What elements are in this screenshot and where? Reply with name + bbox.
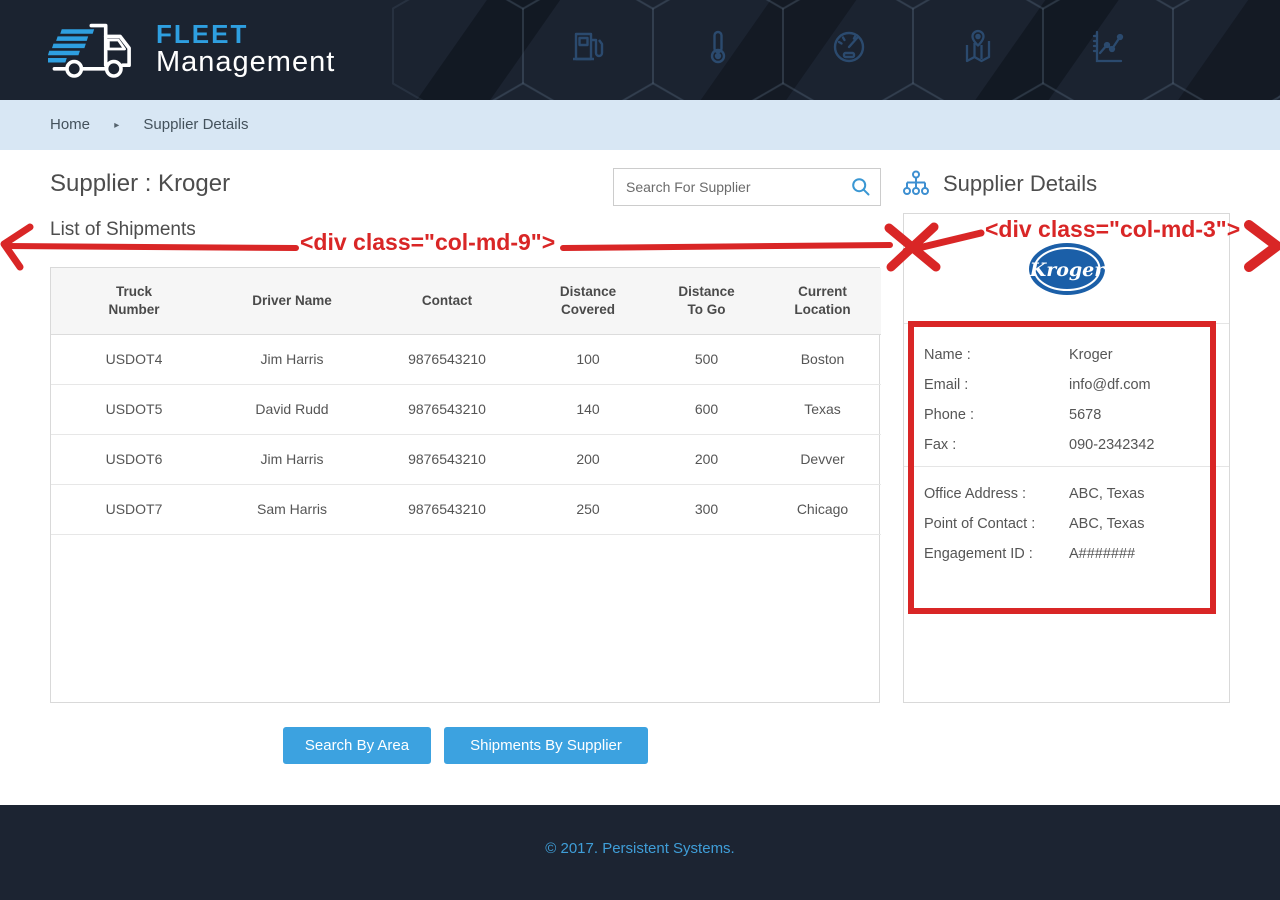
field-label: Engagement ID : (924, 546, 1069, 562)
breadcrumb: Home ▸ Supplier Details (0, 100, 1280, 150)
table-row[interactable]: USDOT5David Rudd9876543210140600Texas (51, 384, 881, 434)
field-row: Email :info@df.com (924, 370, 1229, 400)
table-row[interactable]: USDOT4Jim Harris9876543210100500Boston (51, 334, 881, 384)
supplier-search-box (613, 168, 881, 206)
main-content: Supplier : Kroger Supplier Details List … (0, 150, 1280, 805)
app-logo: FLEET Management (48, 13, 335, 85)
field-row: Engagement ID :A####### (924, 539, 1229, 569)
field-row: Fax :090-2342342 (924, 430, 1229, 460)
field-row: Point of Contact :ABC, Texas (924, 509, 1229, 539)
field-value: info@df.com (1069, 377, 1151, 393)
field-label: Point of Contact : (924, 516, 1069, 532)
table-cell: Sam Harris (217, 484, 367, 534)
copyright-text: © 2017. Persistent Systems. (0, 805, 1280, 857)
field-row: Office Address :ABC, Texas (924, 479, 1229, 509)
map-icon[interactable] (958, 27, 998, 67)
field-label: Office Address : (924, 486, 1069, 502)
field-label: Phone : (924, 407, 1069, 423)
table-cell: USDOT5 (51, 384, 217, 434)
field-value: ABC, Texas (1069, 486, 1145, 502)
search-input[interactable] (614, 169, 852, 205)
table-cell: Jim Harris (217, 434, 367, 484)
supplier-fields-group2: Office Address :ABC, TexasPoint of Conta… (904, 467, 1229, 569)
shipments-table-card: Truck NumberDriver NameContactDistance C… (50, 267, 880, 703)
field-label: Name : (924, 347, 1069, 363)
table-cell: Boston (764, 334, 881, 384)
table-cell: Texas (764, 384, 881, 434)
table-cell: 500 (649, 334, 764, 384)
logo-subtitle: Management (156, 47, 335, 77)
table-cell: David Rudd (217, 384, 367, 434)
field-label: Email : (924, 377, 1069, 393)
table-cell: USDOT4 (51, 334, 217, 384)
fuel-icon[interactable] (568, 27, 608, 67)
page-title: Supplier : Kroger (50, 170, 230, 198)
breadcrumb-home[interactable]: Home (50, 116, 90, 133)
field-label: Fax : (924, 437, 1069, 453)
table-cell: Devver (764, 434, 881, 484)
speedometer-icon[interactable] (829, 27, 869, 67)
table-cell: 600 (649, 384, 764, 434)
table-cell: USDOT7 (51, 484, 217, 534)
field-value: Kroger (1069, 347, 1113, 363)
table-row[interactable]: USDOT6Jim Harris9876543210200200Devver (51, 434, 881, 484)
kroger-logo-text: Kroger (1028, 259, 1106, 281)
supplier-fields-group1: Name :KrogerEmail :info@df.comPhone :567… (904, 324, 1229, 460)
sitemap-icon (903, 170, 929, 198)
shipments-table: Truck NumberDriver NameContactDistance C… (51, 268, 881, 535)
table-header-row: Truck NumberDriver NameContactDistance C… (51, 268, 881, 334)
column-header: Contact (367, 268, 527, 334)
table-cell: 9876543210 (367, 334, 527, 384)
search-icon[interactable] (851, 177, 871, 197)
column-header: Distance To Go (649, 268, 764, 334)
thermometer-icon[interactable] (698, 27, 738, 67)
search-by-area-button[interactable]: Search By Area (283, 727, 431, 764)
column-header: Current Location (764, 268, 881, 334)
breadcrumb-current: Supplier Details (143, 116, 248, 133)
table-cell: 200 (527, 434, 649, 484)
table-cell: Jim Harris (217, 334, 367, 384)
table-cell: 9876543210 (367, 484, 527, 534)
supplier-details-card: Kroger Name :KrogerEmail :info@df.comPho… (903, 213, 1230, 703)
chart-icon[interactable] (1088, 27, 1128, 67)
table-cell: 100 (527, 334, 649, 384)
field-value: 090-2342342 (1069, 437, 1154, 453)
list-of-shipments-title: List of Shipments (50, 219, 196, 241)
column-header: Distance Covered (527, 268, 649, 334)
table-cell: 200 (649, 434, 764, 484)
table-cell: 300 (649, 484, 764, 534)
column-header: Truck Number (51, 268, 217, 334)
logo-title: FLEET (156, 21, 335, 47)
supplier-details-heading: Supplier Details (903, 170, 1097, 198)
truck-logo-icon (48, 13, 140, 85)
supplier-details-title: Supplier Details (943, 171, 1097, 197)
field-value: 5678 (1069, 407, 1101, 423)
field-row: Name :Kroger (924, 340, 1229, 370)
table-body: USDOT4Jim Harris9876543210100500BostonUS… (51, 334, 881, 534)
app-footer: © 2017. Persistent Systems. (0, 805, 1280, 900)
column-header: Driver Name (217, 268, 367, 334)
app-header: FLEET Management (0, 0, 1280, 100)
field-row: Phone :5678 (924, 400, 1229, 430)
field-value: ABC, Texas (1069, 516, 1145, 532)
table-cell: 9876543210 (367, 384, 527, 434)
table-cell: 9876543210 (367, 434, 527, 484)
kroger-logo: Kroger (1027, 241, 1107, 297)
table-cell: Chicago (764, 484, 881, 534)
table-cell: 250 (527, 484, 649, 534)
action-buttons: Search By Area Shipments By Supplier (283, 727, 648, 764)
table-cell: 140 (527, 384, 649, 434)
shipments-by-supplier-button[interactable]: Shipments By Supplier (444, 727, 648, 764)
table-cell: USDOT6 (51, 434, 217, 484)
table-row[interactable]: USDOT7Sam Harris9876543210250300Chicago (51, 484, 881, 534)
field-value: A####### (1069, 546, 1135, 562)
supplier-logo-section: Kroger (904, 214, 1229, 324)
breadcrumb-separator-icon: ▸ (114, 120, 119, 131)
